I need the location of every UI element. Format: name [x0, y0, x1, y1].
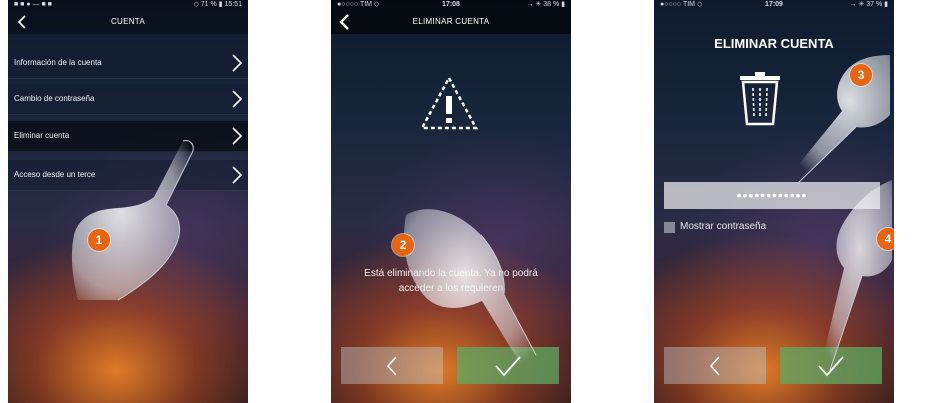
- nav-bar: ELIMINAR CUENTA: [331, 10, 571, 34]
- show-password-checkbox[interactable]: [664, 222, 675, 233]
- chevron-left-icon: [386, 355, 397, 376]
- screen-delete-confirm-password: ●○○○○ TIM ◇ 17:09 → ✳ 37 % ▮ ELIMINAR CU…: [654, 0, 894, 403]
- password-input[interactable]: ••••••••••••: [664, 182, 880, 209]
- warning-message-line1: Está eliminando la cuenta. Ya no podrá: [364, 268, 538, 279]
- step-badge: 2: [392, 234, 414, 256]
- menu-item-label: Acceso desde un terce: [14, 170, 96, 179]
- checkmark-icon: [495, 355, 521, 376]
- menu-item-delete-account[interactable]: Eliminar cuenta: [8, 121, 248, 152]
- cancel-button[interactable]: [341, 347, 443, 384]
- chevron-right-icon: [232, 54, 243, 72]
- chevron-left-icon: [709, 355, 720, 376]
- status-battery: → ✳ 37 % ▮: [849, 1, 888, 8]
- checkmark-icon: [818, 355, 844, 376]
- screen-account-menu: ■ ■ ● — ■ ■ ◇ 71 % ▮ 15:51 CUENTA Inform…: [8, 0, 248, 403]
- page-title: ELIMINAR CUENTA: [714, 36, 834, 51]
- screen-delete-warning: ●○○○○ TIM ◇ 17:08 → ✳ 38 % ▮ ELIMINAR CU…: [331, 0, 571, 403]
- menu-item-third-party-access[interactable]: Acceso desde un terce: [8, 160, 248, 191]
- page-title: CUENTA: [110, 17, 146, 26]
- step-badge: 4: [877, 228, 894, 250]
- step-badge: 1: [88, 229, 110, 251]
- trash-icon: [740, 72, 780, 126]
- menu-item-label: Eliminar cuenta: [14, 131, 70, 140]
- confirm-button[interactable]: [457, 347, 559, 384]
- page-title: ELIMINAR CUENTA: [412, 17, 490, 26]
- step-badge: 3: [850, 64, 872, 86]
- warning-message: Está eliminando la cuenta. Ya no podrá a…: [341, 266, 561, 296]
- status-bar: ■ ■ ● — ■ ■ ◇ 71 % ▮ 15:51: [8, 0, 248, 10]
- show-password-label: Mostrar contraseña: [680, 221, 767, 232]
- status-left: ■ ■ ● — ■ ■: [14, 1, 52, 8]
- status-bar: ●○○○○ TIM ◇ 17:08 → ✳ 38 % ▮: [331, 0, 571, 10]
- confirm-button[interactable]: [780, 347, 882, 384]
- chevron-right-icon: [232, 127, 243, 145]
- menu-item-label: Cambio de contraseña: [14, 94, 95, 103]
- nav-bar: CUENTA: [8, 10, 248, 34]
- warning-message-line2: acceder a los requieren: [398, 283, 504, 294]
- warning-triangle-icon: [419, 75, 479, 130]
- status-bar: ●○○○○ TIM ◇ 17:09 → ✳ 37 % ▮: [654, 0, 894, 10]
- pointing-hand-image: [788, 55, 890, 185]
- menu-item-change-password[interactable]: Cambio de contraseña: [8, 84, 248, 115]
- status-battery: → ✳ 38 % ▮: [526, 1, 565, 8]
- cancel-button[interactable]: [664, 347, 766, 384]
- status-right: ◇ 71 % ▮ 15:51: [193, 1, 242, 8]
- menu-item-account-info[interactable]: Información de la cuenta: [8, 48, 248, 79]
- chevron-right-icon: [232, 166, 243, 184]
- menu-item-label: Información de la cuenta: [14, 58, 102, 67]
- chevron-right-icon: [232, 90, 243, 108]
